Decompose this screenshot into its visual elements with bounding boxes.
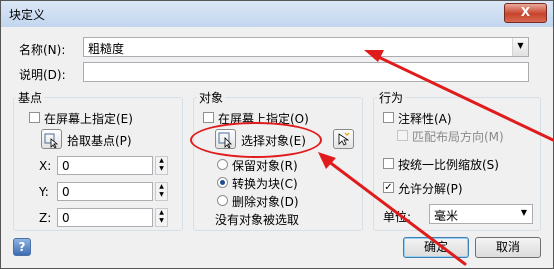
annotation-arrow-2 [322,156,467,266]
annotation-arrows [318,50,554,266]
arrowhead-1 [364,50,384,62]
annotation-arrow-1 [370,52,554,142]
